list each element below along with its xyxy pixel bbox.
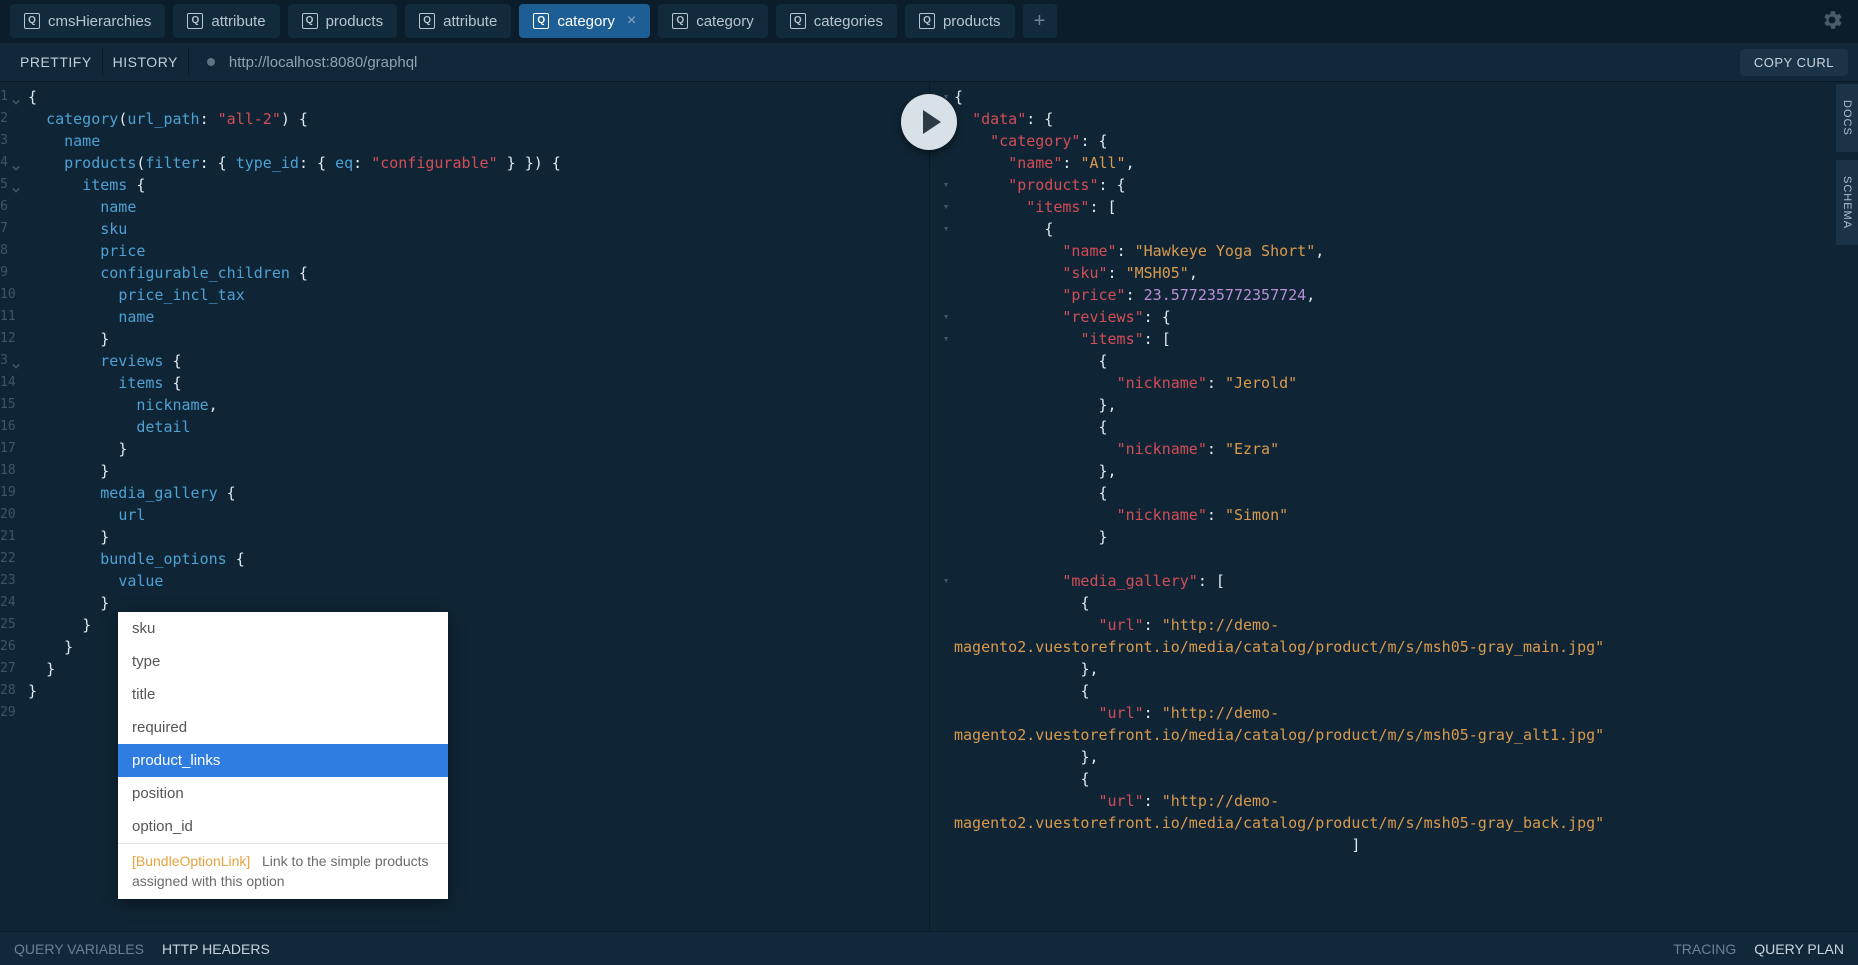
settings-gear-icon[interactable] <box>1820 8 1844 32</box>
schema-side-tab[interactable]: SCHEMA <box>1836 160 1858 245</box>
query-type-icon: Q <box>24 13 40 29</box>
close-tab-icon[interactable]: × <box>627 12 636 30</box>
tab-cmsHierarchies-0[interactable]: QcmsHierarchies <box>10 4 165 38</box>
autocomplete-hint-type: [BundleOptionLink] <box>132 853 250 869</box>
tab-label: attribute <box>443 13 497 30</box>
query-type-icon: Q <box>187 13 203 29</box>
tabs-bar: QcmsHierarchiesQattributeQproductsQattri… <box>0 0 1858 42</box>
tab-label: cmsHierarchies <box>48 13 151 30</box>
endpoint-field[interactable]: http://localhost:8080/graphql <box>207 54 417 71</box>
prettify-button[interactable]: PRETTIFY <box>10 48 103 76</box>
toolbar: PRETTIFY HISTORY http://localhost:8080/g… <box>0 42 1858 82</box>
query-type-icon: Q <box>302 13 318 29</box>
endpoint-status-dot-icon <box>207 58 215 66</box>
tab-category-4[interactable]: Qcategory × <box>519 4 650 38</box>
endpoint-url: http://localhost:8080/graphql <box>229 54 417 71</box>
autocomplete-item-type[interactable]: type <box>118 645 448 678</box>
execute-button[interactable] <box>901 94 957 150</box>
tab-categories-6[interactable]: Qcategories <box>776 4 897 38</box>
tab-attribute-1[interactable]: Qattribute <box>173 4 279 38</box>
tab-label: category <box>696 13 754 30</box>
add-tab-button[interactable]: + <box>1023 4 1057 38</box>
tab-label: category <box>557 13 615 30</box>
tab-category-5[interactable]: Qcategory <box>658 4 768 38</box>
autocomplete-popup[interactable]: skutypetitlerequiredproduct_linkspositio… <box>118 612 448 899</box>
side-tabs: DOCS SCHEMA <box>1836 84 1858 253</box>
result-viewer[interactable]: ▾{ "data": { "category": { "name": "All"… <box>929 82 1858 931</box>
docs-side-tab[interactable]: DOCS <box>1836 84 1858 152</box>
autocomplete-item-sku[interactable]: sku <box>118 612 448 645</box>
history-button[interactable]: HISTORY <box>103 48 189 76</box>
autocomplete-hint: [BundleOptionLink] Link to the simple pr… <box>118 843 448 899</box>
footer-bar: QUERY VARIABLES HTTP HEADERS TRACING QUE… <box>0 931 1858 965</box>
http-headers-tab[interactable]: HTTP HEADERS <box>162 941 270 957</box>
query-type-icon: Q <box>419 13 435 29</box>
play-icon <box>923 110 941 134</box>
query-type-icon: Q <box>790 13 806 29</box>
tab-attribute-3[interactable]: Qattribute <box>405 4 511 38</box>
editor-split: 1234567891011121314151617181920212223242… <box>0 82 1858 931</box>
tab-label: categories <box>814 13 883 30</box>
query-variables-tab[interactable]: QUERY VARIABLES <box>14 941 144 957</box>
copy-curl-button[interactable]: COPY CURL <box>1740 49 1848 76</box>
query-type-icon: Q <box>919 13 935 29</box>
autocomplete-item-product_links[interactable]: product_links <box>118 744 448 777</box>
tab-products-7[interactable]: Qproducts <box>905 4 1015 38</box>
autocomplete-item-position[interactable]: position <box>118 777 448 810</box>
tab-label: products <box>326 13 384 30</box>
autocomplete-item-required[interactable]: required <box>118 711 448 744</box>
query-plan-tab[interactable]: QUERY PLAN <box>1754 941 1844 957</box>
query-type-icon: Q <box>672 13 688 29</box>
autocomplete-item-option_id[interactable]: option_id <box>118 810 448 843</box>
tab-label: attribute <box>211 13 265 30</box>
tab-products-2[interactable]: Qproducts <box>288 4 398 38</box>
tab-label: products <box>943 13 1001 30</box>
tracing-tab[interactable]: TRACING <box>1673 941 1736 957</box>
autocomplete-item-title[interactable]: title <box>118 678 448 711</box>
query-type-icon: Q <box>533 13 549 29</box>
